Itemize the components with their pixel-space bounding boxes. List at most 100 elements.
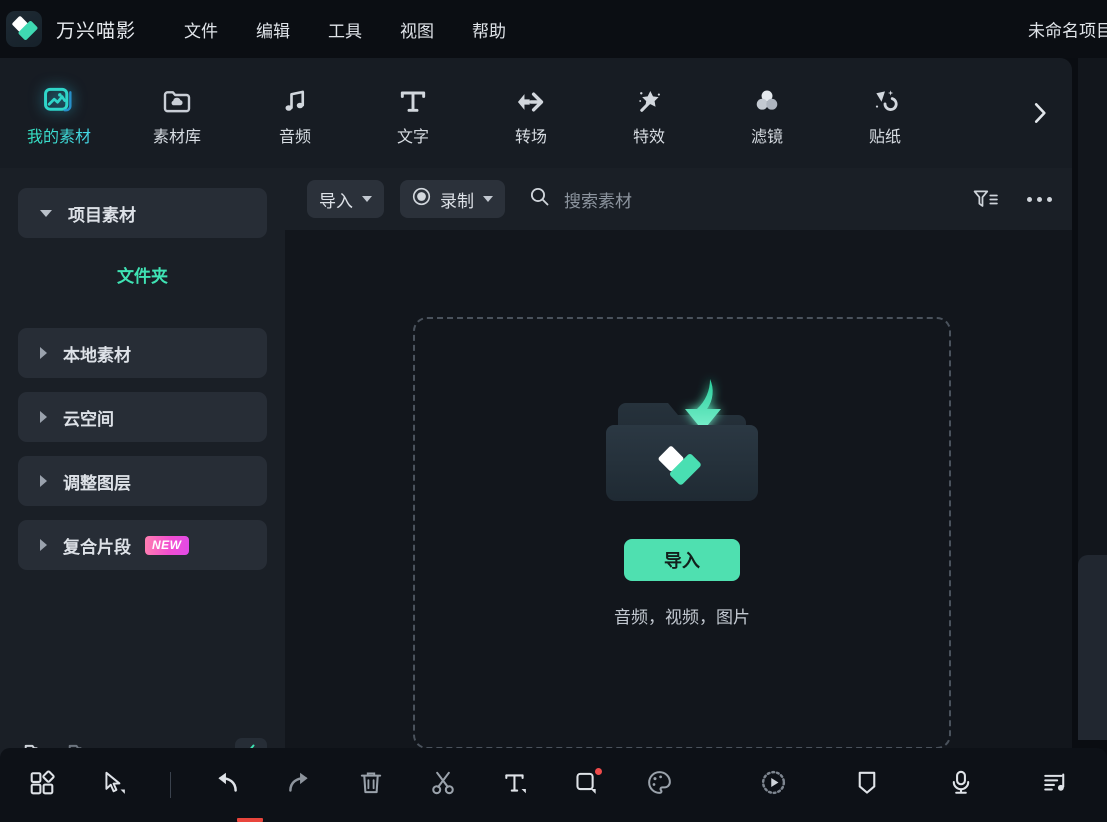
render-preview-icon xyxy=(760,769,787,801)
tab-stickers[interactable]: 贴纸 xyxy=(826,58,944,168)
main-panel: 我的素材 素材库 音频 文字 转场 特效 滤镜 贴纸 项目素材 文件夹 本地素材… xyxy=(0,58,1072,790)
sidebar-item-label: 调整图层 xyxy=(63,473,131,493)
menu-item-view[interactable]: 视图 xyxy=(398,13,436,46)
media-dropzone[interactable]: 导入 音频，视频，图片 xyxy=(413,317,951,749)
filmora-logo-icon xyxy=(6,11,42,47)
cursor-select-icon xyxy=(101,770,127,801)
tab-label: 转场 xyxy=(514,129,547,146)
sidebar-item-project-media[interactable]: 项目素材 xyxy=(18,188,267,238)
shape-tool-button[interactable] xyxy=(561,758,613,812)
split-button[interactable] xyxy=(417,758,469,812)
sticker-shapes-icon xyxy=(869,79,901,117)
sidebar-item-label: 文件夹 xyxy=(117,266,168,286)
delete-button[interactable] xyxy=(345,758,397,812)
menu-item-tools[interactable]: 工具 xyxy=(326,13,364,46)
timeline-toolbar xyxy=(0,748,1107,822)
import-dropdown-button[interactable]: 导入 xyxy=(307,180,384,218)
tab-label: 文字 xyxy=(396,129,429,146)
folder-cloud-icon xyxy=(161,79,193,117)
undo-arrow-icon xyxy=(213,770,241,801)
sidebar-item-folder[interactable]: 文件夹 xyxy=(18,252,267,296)
tab-audio[interactable]: 音频 xyxy=(236,58,354,168)
audio-mixer-button[interactable] xyxy=(1029,758,1081,812)
marker-tag-icon xyxy=(856,769,878,801)
voiceover-button[interactable] xyxy=(935,758,987,812)
sidebar-item-label: 云空间 xyxy=(63,409,114,429)
timeline-position-indicator xyxy=(237,818,263,822)
record-label: 录制 xyxy=(440,191,474,211)
tab-label: 滤镜 xyxy=(750,129,783,146)
sidebar-item-label: 本地素材 xyxy=(63,345,131,365)
sidebar-item-local-media[interactable]: 本地素材 xyxy=(18,328,267,378)
sidebar-item-label: 复合片段 xyxy=(63,537,131,557)
timeline-toolbar-right xyxy=(747,758,1081,812)
tab-media-library[interactable]: 素材库 xyxy=(118,58,236,168)
tab-label: 素材库 xyxy=(152,129,201,146)
tab-label: 特效 xyxy=(632,129,665,146)
color-circles-icon xyxy=(751,79,783,117)
tab-label: 贴纸 xyxy=(868,129,901,146)
music-note-icon xyxy=(280,79,310,117)
text-tool-icon xyxy=(502,770,528,801)
chevron-right-icon xyxy=(40,347,47,359)
toolbar-divider xyxy=(170,772,171,798)
sidebar-item-adjustment-layer[interactable]: 调整图层 xyxy=(18,456,267,506)
render-preview-button[interactable] xyxy=(747,758,799,812)
toolbar-right-actions xyxy=(972,187,1052,212)
timeline-toolbar-left xyxy=(16,758,685,812)
notification-badge-dot xyxy=(595,768,602,775)
select-tool-button[interactable] xyxy=(88,758,140,812)
menu-item-edit[interactable]: 编辑 xyxy=(254,13,292,46)
chevron-down-icon xyxy=(362,196,372,202)
tab-filters[interactable]: 滤镜 xyxy=(708,58,826,168)
menu-item-help[interactable]: 帮助 xyxy=(470,13,508,46)
tab-effects[interactable]: 特效 xyxy=(590,58,708,168)
chevron-right-icon xyxy=(40,475,47,487)
chevron-right-icon xyxy=(40,539,47,551)
scissors-icon xyxy=(430,770,456,801)
search-icon xyxy=(529,186,550,212)
more-options-icon[interactable] xyxy=(1027,196,1052,202)
tab-label: 我的素材 xyxy=(27,123,91,147)
layout-button[interactable] xyxy=(16,758,68,812)
status-badge: NEW xyxy=(145,535,189,555)
import-button[interactable]: 导入 xyxy=(624,539,740,581)
folder-import-arrow-icon xyxy=(592,363,772,533)
record-circle-icon xyxy=(412,187,431,211)
record-dropdown-button[interactable]: 录制 xyxy=(400,180,505,218)
dropzone-hint: 音频，视频，图片 xyxy=(614,608,750,627)
undo-button[interactable] xyxy=(201,758,253,812)
text-tool-button[interactable] xyxy=(489,758,541,812)
redo-button[interactable] xyxy=(273,758,325,812)
magic-wand-star-icon xyxy=(633,79,665,117)
search-input[interactable]: 搜索素材 xyxy=(529,186,632,212)
filter-funnel-icon[interactable] xyxy=(972,187,999,212)
trash-bin-icon xyxy=(359,770,383,801)
media-content-area: 导入 录制 搜索素材 导入 音频，视频，图片 xyxy=(285,168,1072,790)
tab-text[interactable]: 文字 xyxy=(354,58,472,168)
transition-arrows-icon xyxy=(514,79,548,117)
redo-arrow-icon xyxy=(285,770,313,801)
color-palette-icon xyxy=(646,769,673,801)
sidebar-item-compound-clip[interactable]: 复合片段 NEW xyxy=(18,520,267,570)
tab-my-media[interactable]: 我的素材 xyxy=(0,58,118,168)
menu-bar: 文件 编辑 工具 视图 帮助 xyxy=(182,13,508,46)
tabs-next-chevron-icon[interactable] xyxy=(1024,97,1056,129)
microphone-icon xyxy=(949,769,973,801)
menu-item-file[interactable]: 文件 xyxy=(182,13,220,46)
audio-list-icon xyxy=(1042,770,1068,801)
right-side-panel-edge xyxy=(1078,555,1107,740)
marker-button[interactable] xyxy=(841,758,893,812)
project-title[interactable]: 未命名项目 xyxy=(1028,17,1107,42)
chevron-down-icon xyxy=(40,209,52,217)
sidebar-item-cloud-space[interactable]: 云空间 xyxy=(18,392,267,442)
tab-label: 音频 xyxy=(278,129,311,146)
search-placeholder: 搜索素材 xyxy=(564,191,632,211)
chevron-right-icon xyxy=(40,411,47,423)
tab-transition[interactable]: 转场 xyxy=(472,58,590,168)
sidebar-item-label: 项目素材 xyxy=(68,205,136,225)
media-tab-strip: 我的素材 素材库 音频 文字 转场 特效 滤镜 贴纸 xyxy=(0,58,1072,168)
image-media-icon xyxy=(42,79,76,117)
color-tool-button[interactable] xyxy=(633,758,685,812)
app-name: 万兴喵影 xyxy=(56,20,137,42)
